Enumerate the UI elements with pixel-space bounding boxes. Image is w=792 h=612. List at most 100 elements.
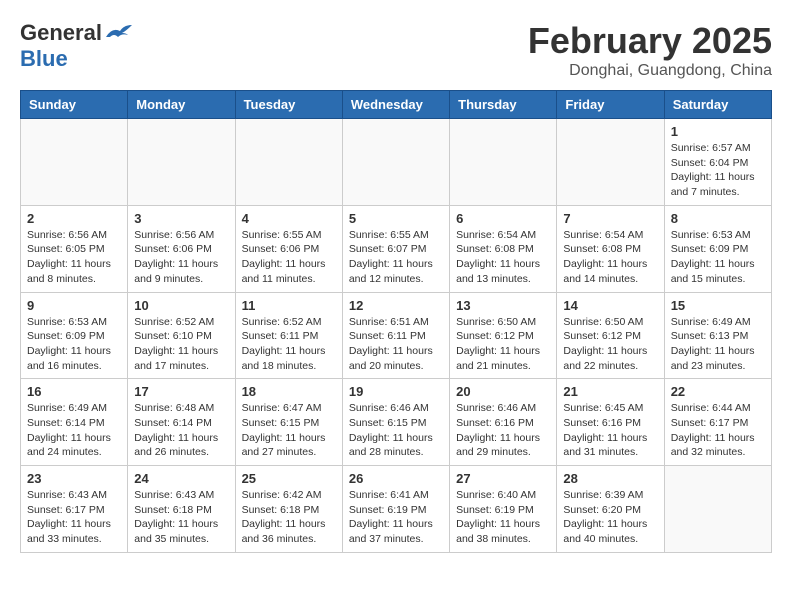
calendar-cell: 15 Sunrise: 6:49 AM Sunset: 6:13 PM Dayli… — [664, 292, 771, 379]
calendar-cell — [128, 119, 235, 206]
day-number: 5 — [349, 211, 443, 226]
day-info: Sunrise: 6:47 AM Sunset: 6:15 PM Dayligh… — [242, 401, 336, 460]
day-info: Sunrise: 6:49 AM Sunset: 6:14 PM Dayligh… — [27, 401, 121, 460]
day-info: Sunrise: 6:53 AM Sunset: 6:09 PM Dayligh… — [671, 228, 765, 287]
day-info: Sunrise: 6:46 AM Sunset: 6:15 PM Dayligh… — [349, 401, 443, 460]
logo-general-text: General — [20, 20, 102, 46]
day-info: Sunrise: 6:46 AM Sunset: 6:16 PM Dayligh… — [456, 401, 550, 460]
day-info: Sunrise: 6:40 AM Sunset: 6:19 PM Dayligh… — [456, 488, 550, 547]
weekday-header-saturday: Saturday — [664, 91, 771, 119]
day-info: Sunrise: 6:39 AM Sunset: 6:20 PM Dayligh… — [563, 488, 657, 547]
day-info: Sunrise: 6:57 AM Sunset: 6:04 PM Dayligh… — [671, 141, 765, 200]
calendar-cell — [557, 119, 664, 206]
day-info: Sunrise: 6:54 AM Sunset: 6:08 PM Dayligh… — [563, 228, 657, 287]
calendar-cell: 19 Sunrise: 6:46 AM Sunset: 6:15 PM Dayli… — [342, 379, 449, 466]
calendar-cell: 5 Sunrise: 6:55 AM Sunset: 6:07 PM Daylig… — [342, 205, 449, 292]
page-header: General Blue February 2025 Donghai, Guan… — [20, 20, 772, 80]
calendar-cell: 23 Sunrise: 6:43 AM Sunset: 6:17 PM Dayli… — [21, 466, 128, 553]
calendar-cell: 25Sunrise: 6:42 AM Sunset: 6:18 PM Dayli… — [235, 466, 342, 553]
day-number: 14 — [563, 298, 657, 313]
calendar-cell: 17 Sunrise: 6:48 AM Sunset: 6:14 PM Dayli… — [128, 379, 235, 466]
day-info: Sunrise: 6:50 AM Sunset: 6:12 PM Dayligh… — [456, 315, 550, 374]
day-info: Sunrise: 6:51 AM Sunset: 6:11 PM Dayligh… — [349, 315, 443, 374]
weekday-header-row: SundayMondayTuesdayWednesdayThursdayFrid… — [21, 91, 772, 119]
day-number: 6 — [456, 211, 550, 226]
logo-bird-icon — [104, 23, 132, 43]
calendar-cell — [235, 119, 342, 206]
calendar-cell: 28 Sunrise: 6:39 AM Sunset: 6:20 PM Dayli… — [557, 466, 664, 553]
day-info: Sunrise: 6:50 AM Sunset: 6:12 PM Dayligh… — [563, 315, 657, 374]
day-number: 19 — [349, 384, 443, 399]
calendar-week-row: 2 Sunrise: 6:56 AM Sunset: 6:05 PM Daylig… — [21, 205, 772, 292]
calendar-cell: 21Sunrise: 6:45 AM Sunset: 6:16 PM Dayli… — [557, 379, 664, 466]
day-number: 3 — [134, 211, 228, 226]
day-number: 12 — [349, 298, 443, 313]
calendar-week-row: 23 Sunrise: 6:43 AM Sunset: 6:17 PM Dayli… — [21, 466, 772, 553]
calendar-cell: 22 Sunrise: 6:44 AM Sunset: 6:17 PM Dayli… — [664, 379, 771, 466]
day-info: Sunrise: 6:48 AM Sunset: 6:14 PM Dayligh… — [134, 401, 228, 460]
day-number: 15 — [671, 298, 765, 313]
day-number: 7 — [563, 211, 657, 226]
day-number: 28 — [563, 471, 657, 486]
calendar-week-row: 1Sunrise: 6:57 AM Sunset: 6:04 PM Daylig… — [21, 119, 772, 206]
day-info: Sunrise: 6:52 AM Sunset: 6:10 PM Dayligh… — [134, 315, 228, 374]
day-number: 10 — [134, 298, 228, 313]
day-number: 16 — [27, 384, 121, 399]
title-block: February 2025 Donghai, Guangdong, China — [528, 20, 772, 80]
calendar-cell — [342, 119, 449, 206]
day-number: 25 — [242, 471, 336, 486]
day-number: 11 — [242, 298, 336, 313]
day-number: 23 — [27, 471, 121, 486]
day-number: 27 — [456, 471, 550, 486]
day-number: 22 — [671, 384, 765, 399]
calendar-cell — [664, 466, 771, 553]
day-number: 17 — [134, 384, 228, 399]
weekday-header-sunday: Sunday — [21, 91, 128, 119]
day-info: Sunrise: 6:43 AM Sunset: 6:17 PM Dayligh… — [27, 488, 121, 547]
calendar-cell: 7 Sunrise: 6:54 AM Sunset: 6:08 PM Daylig… — [557, 205, 664, 292]
day-info: Sunrise: 6:49 AM Sunset: 6:13 PM Dayligh… — [671, 315, 765, 374]
day-number: 20 — [456, 384, 550, 399]
location-title: Donghai, Guangdong, China — [528, 62, 772, 80]
day-info: Sunrise: 6:54 AM Sunset: 6:08 PM Dayligh… — [456, 228, 550, 287]
day-number: 2 — [27, 211, 121, 226]
day-info: Sunrise: 6:55 AM Sunset: 6:07 PM Dayligh… — [349, 228, 443, 287]
calendar-cell: 24Sunrise: 6:43 AM Sunset: 6:18 PM Dayli… — [128, 466, 235, 553]
day-number: 26 — [349, 471, 443, 486]
calendar-cell: 1Sunrise: 6:57 AM Sunset: 6:04 PM Daylig… — [664, 119, 771, 206]
calendar-cell: 9 Sunrise: 6:53 AM Sunset: 6:09 PM Daylig… — [21, 292, 128, 379]
day-number: 4 — [242, 211, 336, 226]
calendar-cell: 16 Sunrise: 6:49 AM Sunset: 6:14 PM Dayli… — [21, 379, 128, 466]
month-title: February 2025 — [528, 20, 772, 62]
calendar-cell: 3 Sunrise: 6:56 AM Sunset: 6:06 PM Daylig… — [128, 205, 235, 292]
calendar-cell: 4Sunrise: 6:55 AM Sunset: 6:06 PM Daylig… — [235, 205, 342, 292]
weekday-header-thursday: Thursday — [450, 91, 557, 119]
day-number: 8 — [671, 211, 765, 226]
calendar-cell: 27 Sunrise: 6:40 AM Sunset: 6:19 PM Dayli… — [450, 466, 557, 553]
calendar-cell: 2 Sunrise: 6:56 AM Sunset: 6:05 PM Daylig… — [21, 205, 128, 292]
calendar-cell: 26Sunrise: 6:41 AM Sunset: 6:19 PM Dayli… — [342, 466, 449, 553]
calendar-cell — [21, 119, 128, 206]
day-info: Sunrise: 6:52 AM Sunset: 6:11 PM Dayligh… — [242, 315, 336, 374]
weekday-header-monday: Monday — [128, 91, 235, 119]
day-info: Sunrise: 6:53 AM Sunset: 6:09 PM Dayligh… — [27, 315, 121, 374]
calendar-cell: 14 Sunrise: 6:50 AM Sunset: 6:12 PM Dayli… — [557, 292, 664, 379]
weekday-header-wednesday: Wednesday — [342, 91, 449, 119]
calendar-header: SundayMondayTuesdayWednesdayThursdayFrid… — [21, 91, 772, 119]
calendar-cell: 8 Sunrise: 6:53 AM Sunset: 6:09 PM Daylig… — [664, 205, 771, 292]
calendar-cell: 13 Sunrise: 6:50 AM Sunset: 6:12 PM Dayli… — [450, 292, 557, 379]
day-info: Sunrise: 6:56 AM Sunset: 6:05 PM Dayligh… — [27, 228, 121, 287]
calendar-cell: 11 Sunrise: 6:52 AM Sunset: 6:11 PM Dayli… — [235, 292, 342, 379]
logo: General Blue — [20, 20, 132, 72]
day-number: 13 — [456, 298, 550, 313]
calendar-cell: 12 Sunrise: 6:51 AM Sunset: 6:11 PM Dayli… — [342, 292, 449, 379]
calendar-week-row: 9 Sunrise: 6:53 AM Sunset: 6:09 PM Daylig… — [21, 292, 772, 379]
day-info: Sunrise: 6:56 AM Sunset: 6:06 PM Dayligh… — [134, 228, 228, 287]
logo-blue-text: Blue — [20, 46, 68, 72]
calendar-table: SundayMondayTuesdayWednesdayThursdayFrid… — [20, 90, 772, 553]
calendar-cell: 6 Sunrise: 6:54 AM Sunset: 6:08 PM Daylig… — [450, 205, 557, 292]
day-info: Sunrise: 6:44 AM Sunset: 6:17 PM Dayligh… — [671, 401, 765, 460]
calendar-cell: 18Sunrise: 6:47 AM Sunset: 6:15 PM Dayli… — [235, 379, 342, 466]
day-number: 9 — [27, 298, 121, 313]
day-info: Sunrise: 6:45 AM Sunset: 6:16 PM Dayligh… — [563, 401, 657, 460]
